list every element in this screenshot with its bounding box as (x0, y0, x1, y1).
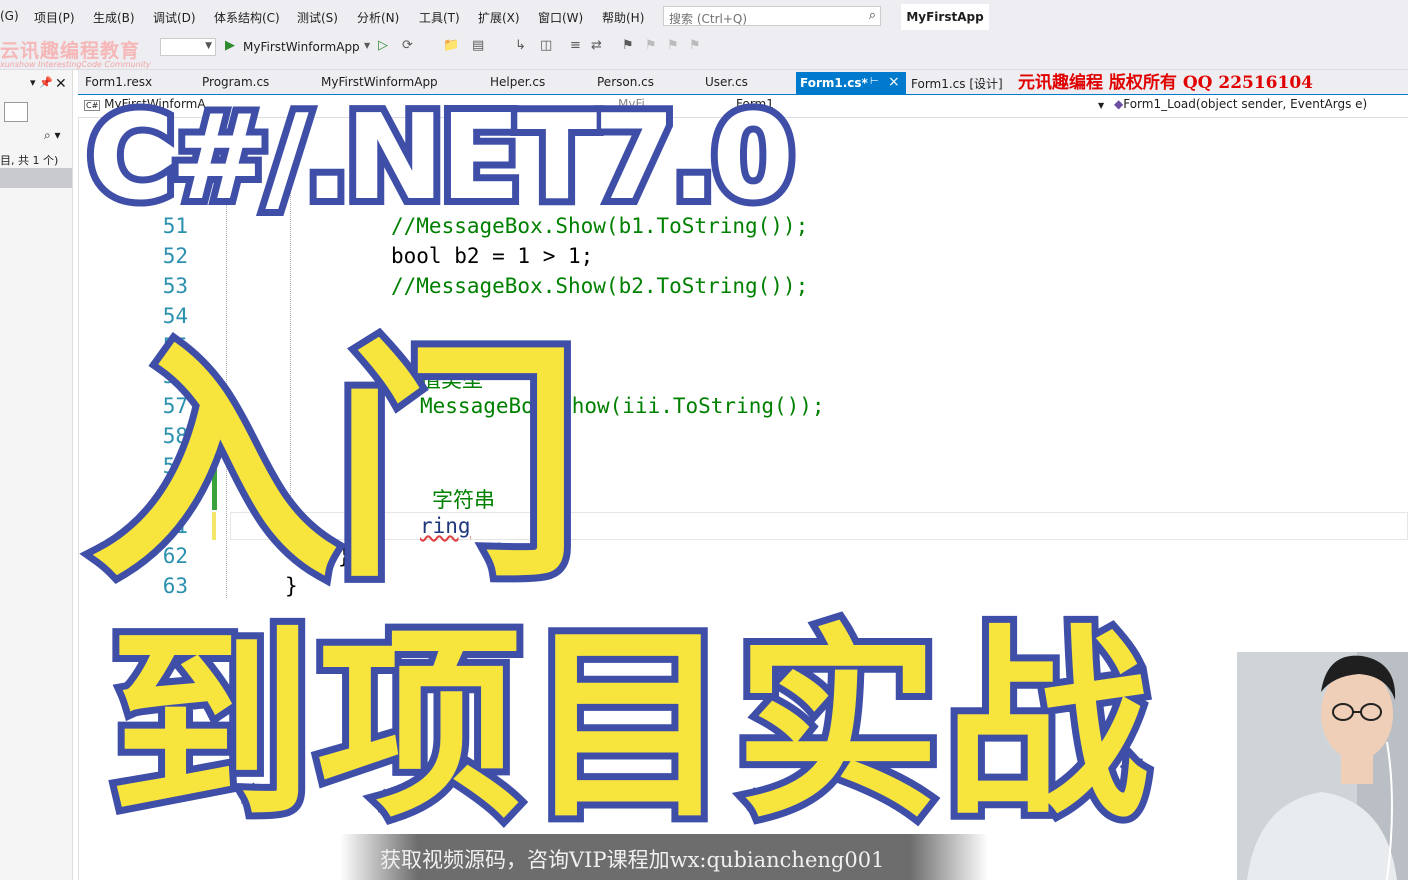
menu-item-build[interactable]: 生成(B) (93, 9, 135, 26)
layout-icon[interactable]: ▤ (472, 38, 484, 53)
close-icon[interactable]: × (888, 74, 900, 90)
menu-item-test[interactable]: 测试(S) (297, 9, 338, 26)
menu-item-architecture[interactable]: 体系结构(C) (214, 9, 280, 26)
search-input[interactable]: 搜索 (Ctrl+Q) ⌕ (663, 6, 881, 26)
bookmark-prev-icon[interactable]: ⚑ (645, 38, 657, 53)
bookmark-clear-icon[interactable]: ⚑ (689, 38, 701, 53)
search-placeholder: 搜索 (Ctrl+Q) (669, 12, 748, 26)
bookmark-next-icon[interactable]: ⚑ (667, 38, 679, 53)
panel-scroll-thumb[interactable] (0, 168, 72, 188)
menu-item-project[interactable]: 项目(P) (34, 9, 75, 26)
presenter-image (1237, 652, 1408, 880)
menu-item-tools[interactable]: 工具(T) (419, 9, 460, 26)
tab-myfirstwinformapp[interactable]: MyFirstWinformApp (321, 75, 438, 89)
member-dropdown-label: Form1_Load(object sender, EventArgs e) (1123, 97, 1368, 111)
menu-item-debug[interactable]: 调试(D) (153, 9, 196, 26)
step-icon[interactable]: ↳ (515, 38, 526, 53)
bookmark-icon[interactable]: ⚑ (622, 38, 634, 53)
brand-watermark: 云讯趣编程教育 (0, 40, 141, 62)
search-icon: ⌕ (868, 8, 876, 23)
run-target-button[interactable]: MyFirstWinformApp (243, 40, 360, 54)
member-dropdown[interactable]: ◆Form1_Load(object sender, EventArgs e) (1114, 97, 1367, 114)
webcam-video (1237, 652, 1408, 880)
menu-item-analyze[interactable]: 分析(N) (357, 9, 399, 26)
brand-watermark-sub: xunshow InterestingCode Community (0, 60, 151, 69)
overlay-title-project: 到项目实战 (101, 601, 1156, 853)
solution-explorer-panel: ▾ 📌 ✕ ⌕ ▾ 目, 共 1 个) (0, 70, 73, 880)
chevron-down-icon[interactable]: ▼ (364, 41, 370, 50)
hot-reload-icon[interactable]: ⟳ (402, 38, 413, 53)
menu-item-go[interactable]: (G) (0, 9, 19, 23)
menu-item-extensions[interactable]: 扩展(X) (478, 9, 520, 26)
indent-icon[interactable]: ≡ (570, 38, 581, 53)
tab-user-cs[interactable]: User.cs (705, 75, 748, 89)
tab-helper-cs[interactable]: Helper.cs (490, 75, 545, 89)
tab-program-cs[interactable]: Program.cs (202, 75, 269, 89)
copyright-watermark: 元讯趣编程 版权所有 QQ 22516104 (1018, 73, 1314, 93)
folder-icon[interactable]: 📁 (443, 38, 459, 53)
chevron-down-icon[interactable]: ▼ (1098, 101, 1104, 118)
window-icon[interactable]: ◫ (540, 38, 552, 53)
start-icon[interactable]: ▶ (225, 38, 235, 53)
chevron-down-icon: ▼ (205, 41, 212, 51)
method-icon: ◆ (1114, 97, 1124, 111)
tab-person-cs[interactable]: Person.cs (597, 75, 654, 89)
config-dropdown[interactable]: ▼ (160, 38, 216, 56)
pin-icon[interactable]: ⊢ (870, 76, 879, 87)
subtitle-text: 获取视频源码，咨询VIP课程加wx:qubiancheng001 (380, 848, 885, 872)
tab-form1-cs[interactable]: Form1.cs* ⊢ × (796, 72, 906, 94)
menu-item-window[interactable]: 窗口(W) (538, 9, 583, 26)
solution-title: MyFirstApp (901, 4, 989, 30)
solution-status: 目, 共 1 个) (0, 154, 59, 167)
sync-icon[interactable] (4, 102, 28, 122)
tab-form1-resx[interactable]: Form1.resx (85, 75, 152, 89)
overlay-title-course: C#/.NET7.0 (81, 81, 801, 233)
tab-form1-designer[interactable]: Form1.cs [设计] (911, 75, 1003, 92)
comment-icon[interactable]: ⇄ (591, 38, 602, 53)
start-without-debug-icon[interactable]: ▷ (378, 38, 388, 53)
tab-form1-cs-label: Form1.cs* (800, 76, 868, 90)
menu-item-help[interactable]: 帮助(H) (602, 9, 644, 26)
